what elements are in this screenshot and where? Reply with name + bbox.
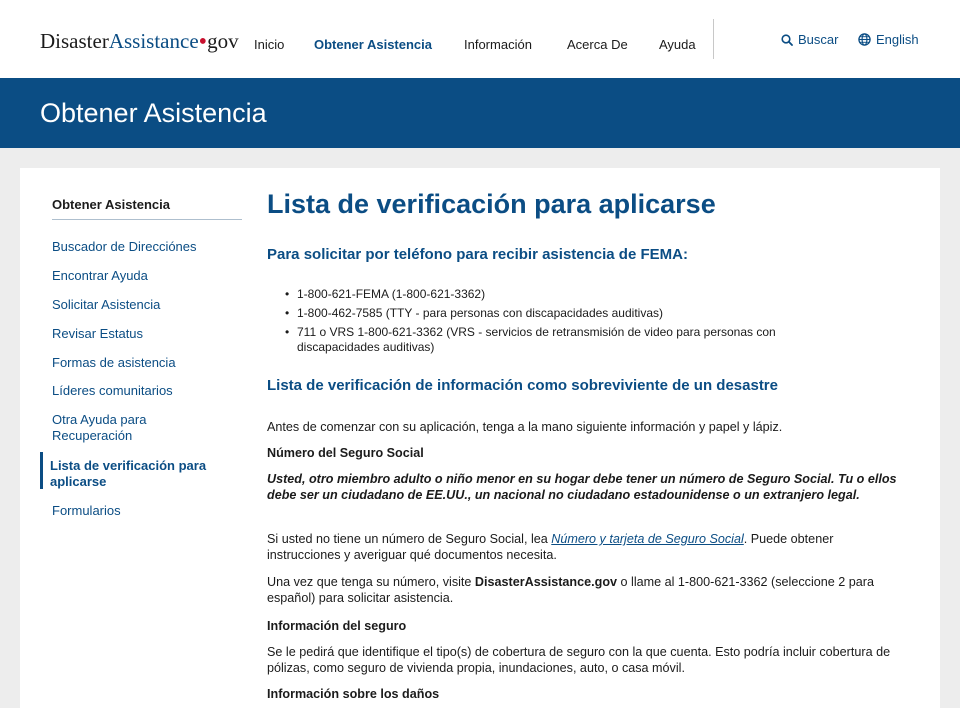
site-header: DisasterAssistance•gov Inicio Obtener As… xyxy=(0,0,960,78)
language-toggle[interactable]: English xyxy=(858,32,919,47)
nav-obtener-asistencia[interactable]: Obtener Asistencia xyxy=(314,37,432,52)
phone-list: 1-800-621-FEMA (1-800-621-3362) 1-800-46… xyxy=(285,287,865,359)
list-item: 1-800-621-FEMA (1-800-621-3362) xyxy=(285,287,865,302)
ssn-card-link[interactable]: Número y tarjeta de Seguro Social xyxy=(551,532,744,546)
ssn-heading: Número del Seguro Social xyxy=(267,446,424,460)
sidebar-item-revisar-estatus[interactable]: Revisar Estatus xyxy=(52,326,232,342)
damages-heading: Información sobre los daños xyxy=(267,687,440,701)
ssn-p2-site: DisasterAssistance.gov xyxy=(474,575,618,589)
phone-heading: Para solicitar por teléfono para recibir… xyxy=(267,246,688,263)
list-item: 1-800-462-7585 (TTY - para personas con … xyxy=(285,306,865,321)
nav-inicio[interactable]: Inicio xyxy=(254,37,284,52)
search-icon xyxy=(781,33,793,46)
page-title: Lista de verificación para aplicarse xyxy=(267,189,716,219)
sidebar-item-otra-ayuda[interactable]: Otra Ayuda para Recuperación xyxy=(52,412,182,444)
logo-part-gov: gov xyxy=(207,29,239,53)
sidebar-active-indicator xyxy=(40,452,43,489)
search-link[interactable]: Buscar xyxy=(781,32,838,47)
intro-paragraph: Antes de comenzar con su aplicación, ten… xyxy=(267,420,783,434)
content-card: Obtener Asistencia Buscador de Dirección… xyxy=(20,168,940,708)
ssn-requirement: Usted, otro miembro adulto o niño menor … xyxy=(267,472,897,502)
logo-part-disaster: Disaster xyxy=(40,29,109,53)
insurance-paragraph: Se le pedirá que identifique el tipo(s) … xyxy=(267,645,891,675)
nav-informacion[interactable]: Información xyxy=(464,37,532,52)
insurance-heading: Información del seguro xyxy=(267,619,407,633)
sidebar-item-solicitar[interactable]: Solicitar Asistencia xyxy=(52,297,232,313)
globe-icon xyxy=(858,33,871,46)
sidebar-divider xyxy=(52,219,242,220)
ssn-p2-text: Una vez que tenga su número, visite xyxy=(267,575,475,589)
language-label: English xyxy=(876,32,919,47)
ssn-p1-text: Si usted no tiene un número de Seguro So… xyxy=(267,532,552,546)
page-banner: Obtener Asistencia xyxy=(0,78,960,148)
search-label: Buscar xyxy=(798,32,839,47)
logo-dot: • xyxy=(198,29,208,55)
nav-divider xyxy=(713,19,714,59)
sidebar-item-buscador[interactable]: Buscador de Direcciónes xyxy=(52,239,232,255)
sidebar-item-formas[interactable]: Formas de asistencia xyxy=(52,355,232,371)
sidebar-title: Obtener Asistencia xyxy=(52,197,171,212)
sidebar-item-encontrar-ayuda[interactable]: Encontrar Ayuda xyxy=(52,268,232,284)
ssn-paragraph-1: Si usted no tiene un número de Seguro So… xyxy=(267,531,897,563)
sidebar-item-formularios[interactable]: Formularios xyxy=(52,503,232,519)
site-logo[interactable]: DisasterAssistance•gov xyxy=(40,29,239,54)
sidebar-item-lista-verificacion[interactable]: Lista de verificación para aplicarse xyxy=(50,458,230,490)
nav-acerca-de[interactable]: Acerca De xyxy=(567,37,628,52)
logo-part-assistance: Assistance xyxy=(108,29,199,53)
sidebar-item-lideres[interactable]: Líderes comunitarios xyxy=(52,383,232,399)
nav-ayuda[interactable]: Ayuda xyxy=(659,37,696,52)
checklist-heading: Lista de verificación de información com… xyxy=(267,377,778,394)
banner-title: Obtener Asistencia xyxy=(40,98,267,128)
ssn-paragraph-2: Una vez que tenga su número, visite Disa… xyxy=(267,574,907,606)
list-item: 711 o VRS 1-800-621-3362 (VRS - servicio… xyxy=(285,325,857,355)
